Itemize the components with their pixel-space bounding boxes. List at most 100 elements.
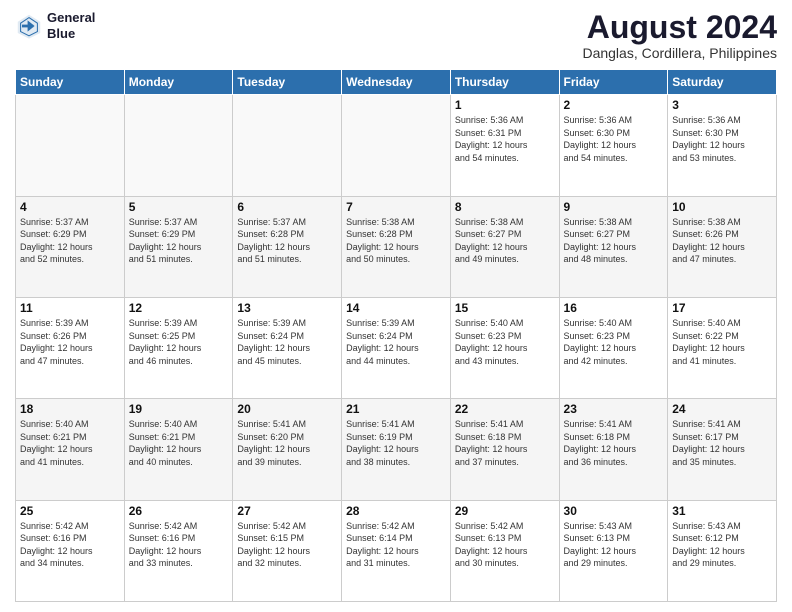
- day-cell: 31Sunrise: 5:43 AM Sunset: 6:12 PM Dayli…: [668, 500, 777, 601]
- day-cell: 10Sunrise: 5:38 AM Sunset: 6:26 PM Dayli…: [668, 196, 777, 297]
- day-number: 2: [564, 98, 664, 112]
- week-row-0: 1 Sunrise: 5:36 AM Sunset: 6:31 PM Daylig…: [16, 95, 777, 196]
- day-cell: 5Sunrise: 5:37 AM Sunset: 6:29 PM Daylig…: [124, 196, 233, 297]
- day-number: 3: [672, 98, 772, 112]
- day-info: Sunrise: 5:37 AM Sunset: 6:29 PM Dayligh…: [20, 216, 120, 266]
- day-info: Sunrise: 5:37 AM Sunset: 6:28 PM Dayligh…: [237, 216, 337, 266]
- day-cell: 27 Sunrise: 5:42 AM Sunset: 6:15 PM Dayli…: [233, 500, 342, 601]
- day-number: 17: [672, 301, 772, 315]
- col-header-wednesday: Wednesday: [342, 70, 451, 95]
- month-title: August 2024: [582, 10, 777, 45]
- day-number: 24: [672, 402, 772, 416]
- day-cell: 8Sunrise: 5:38 AM Sunset: 6:27 PM Daylig…: [450, 196, 559, 297]
- day-cell: 20 Sunrise: 5:41 AM Sunset: 6:20 PM Dayli…: [233, 399, 342, 500]
- day-info: Sunrise: 5:37 AM Sunset: 6:29 PM Dayligh…: [129, 216, 229, 266]
- header-row: SundayMondayTuesdayWednesdayThursdayFrid…: [16, 70, 777, 95]
- location: Danglas, Cordillera, Philippines: [582, 45, 777, 61]
- day-info: Sunrise: 5:39 AM Sunset: 6:24 PM Dayligh…: [237, 317, 337, 367]
- day-number: 27: [237, 504, 337, 518]
- week-row-3: 18 Sunrise: 5:40 AM Sunset: 6:21 PM Dayli…: [16, 399, 777, 500]
- calendar-table: SundayMondayTuesdayWednesdayThursdayFrid…: [15, 69, 777, 602]
- day-info: Sunrise: 5:41 AM Sunset: 6:19 PM Dayligh…: [346, 418, 446, 468]
- day-number: 9: [564, 200, 664, 214]
- day-cell: 7 Sunrise: 5:38 AM Sunset: 6:28 PM Daylig…: [342, 196, 451, 297]
- day-info: Sunrise: 5:38 AM Sunset: 6:28 PM Dayligh…: [346, 216, 446, 266]
- day-number: 20: [237, 402, 337, 416]
- day-info: Sunrise: 5:41 AM Sunset: 6:20 PM Dayligh…: [237, 418, 337, 468]
- week-row-4: 25 Sunrise: 5:42 AM Sunset: 6:16 PM Dayli…: [16, 500, 777, 601]
- day-cell: 30 Sunrise: 5:43 AM Sunset: 6:13 PM Dayli…: [559, 500, 668, 601]
- day-number: 4: [20, 200, 120, 214]
- day-info: Sunrise: 5:39 AM Sunset: 6:24 PM Dayligh…: [346, 317, 446, 367]
- day-info: Sunrise: 5:41 AM Sunset: 6:17 PM Dayligh…: [672, 418, 772, 468]
- day-number: 6: [237, 200, 337, 214]
- day-number: 21: [346, 402, 446, 416]
- day-cell: 15Sunrise: 5:40 AM Sunset: 6:23 PM Dayli…: [450, 297, 559, 398]
- day-cell: 26 Sunrise: 5:42 AM Sunset: 6:16 PM Dayli…: [124, 500, 233, 601]
- day-cell: 2 Sunrise: 5:36 AM Sunset: 6:30 PM Daylig…: [559, 95, 668, 196]
- title-block: August 2024 Danglas, Cordillera, Philipp…: [582, 10, 777, 61]
- day-info: Sunrise: 5:38 AM Sunset: 6:27 PM Dayligh…: [455, 216, 555, 266]
- day-cell: 4 Sunrise: 5:37 AM Sunset: 6:29 PM Daylig…: [16, 196, 125, 297]
- day-cell: 17 Sunrise: 5:40 AM Sunset: 6:22 PM Dayli…: [668, 297, 777, 398]
- day-info: Sunrise: 5:40 AM Sunset: 6:21 PM Dayligh…: [20, 418, 120, 468]
- day-cell: 12Sunrise: 5:39 AM Sunset: 6:25 PM Dayli…: [124, 297, 233, 398]
- day-info: Sunrise: 5:38 AM Sunset: 6:26 PM Dayligh…: [672, 216, 772, 266]
- day-info: Sunrise: 5:43 AM Sunset: 6:13 PM Dayligh…: [564, 520, 664, 570]
- day-number: 28: [346, 504, 446, 518]
- page: General Blue August 2024 Danglas, Cordil…: [0, 0, 792, 612]
- day-number: 11: [20, 301, 120, 315]
- day-cell: 28 Sunrise: 5:42 AM Sunset: 6:14 PM Dayli…: [342, 500, 451, 601]
- logo-text: General Blue: [47, 10, 95, 41]
- day-info: Sunrise: 5:36 AM Sunset: 6:31 PM Dayligh…: [455, 114, 555, 164]
- day-number: 18: [20, 402, 120, 416]
- day-cell: 16 Sunrise: 5:40 AM Sunset: 6:23 PM Dayli…: [559, 297, 668, 398]
- day-info: Sunrise: 5:36 AM Sunset: 6:30 PM Dayligh…: [672, 114, 772, 164]
- day-info: Sunrise: 5:40 AM Sunset: 6:21 PM Dayligh…: [129, 418, 229, 468]
- day-number: 31: [672, 504, 772, 518]
- logo-icon: [15, 12, 43, 40]
- day-cell: 3 Sunrise: 5:36 AM Sunset: 6:30 PM Daylig…: [668, 95, 777, 196]
- day-number: 23: [564, 402, 664, 416]
- day-cell: 23Sunrise: 5:41 AM Sunset: 6:18 PM Dayli…: [559, 399, 668, 500]
- day-number: 7: [346, 200, 446, 214]
- day-number: 25: [20, 504, 120, 518]
- day-cell: 14Sunrise: 5:39 AM Sunset: 6:24 PM Dayli…: [342, 297, 451, 398]
- day-cell: 11 Sunrise: 5:39 AM Sunset: 6:26 PM Dayli…: [16, 297, 125, 398]
- day-info: Sunrise: 5:40 AM Sunset: 6:23 PM Dayligh…: [564, 317, 664, 367]
- day-info: Sunrise: 5:42 AM Sunset: 6:15 PM Dayligh…: [237, 520, 337, 570]
- day-number: 19: [129, 402, 229, 416]
- day-number: 30: [564, 504, 664, 518]
- day-cell: [342, 95, 451, 196]
- day-info: Sunrise: 5:40 AM Sunset: 6:23 PM Dayligh…: [455, 317, 555, 367]
- day-cell: 25 Sunrise: 5:42 AM Sunset: 6:16 PM Dayli…: [16, 500, 125, 601]
- day-cell: 29Sunrise: 5:42 AM Sunset: 6:13 PM Dayli…: [450, 500, 559, 601]
- logo-line2: Blue: [47, 26, 95, 42]
- day-info: Sunrise: 5:38 AM Sunset: 6:27 PM Dayligh…: [564, 216, 664, 266]
- day-cell: 24 Sunrise: 5:41 AM Sunset: 6:17 PM Dayli…: [668, 399, 777, 500]
- day-info: Sunrise: 5:39 AM Sunset: 6:26 PM Dayligh…: [20, 317, 120, 367]
- day-cell: 9 Sunrise: 5:38 AM Sunset: 6:27 PM Daylig…: [559, 196, 668, 297]
- day-number: 1: [455, 98, 555, 112]
- day-info: Sunrise: 5:42 AM Sunset: 6:16 PM Dayligh…: [129, 520, 229, 570]
- day-number: 12: [129, 301, 229, 315]
- day-info: Sunrise: 5:42 AM Sunset: 6:14 PM Dayligh…: [346, 520, 446, 570]
- day-cell: [124, 95, 233, 196]
- day-cell: 13Sunrise: 5:39 AM Sunset: 6:24 PM Dayli…: [233, 297, 342, 398]
- col-header-saturday: Saturday: [668, 70, 777, 95]
- col-header-monday: Monday: [124, 70, 233, 95]
- day-number: 26: [129, 504, 229, 518]
- day-number: 29: [455, 504, 555, 518]
- col-header-friday: Friday: [559, 70, 668, 95]
- day-cell: 1 Sunrise: 5:36 AM Sunset: 6:31 PM Daylig…: [450, 95, 559, 196]
- day-info: Sunrise: 5:40 AM Sunset: 6:22 PM Dayligh…: [672, 317, 772, 367]
- day-cell: 22Sunrise: 5:41 AM Sunset: 6:18 PM Dayli…: [450, 399, 559, 500]
- day-cell: 19 Sunrise: 5:40 AM Sunset: 6:21 PM Dayli…: [124, 399, 233, 500]
- day-number: 16: [564, 301, 664, 315]
- day-cell: 18 Sunrise: 5:40 AM Sunset: 6:21 PM Dayli…: [16, 399, 125, 500]
- day-info: Sunrise: 5:41 AM Sunset: 6:18 PM Dayligh…: [455, 418, 555, 468]
- logo: General Blue: [15, 10, 95, 41]
- day-info: Sunrise: 5:42 AM Sunset: 6:16 PM Dayligh…: [20, 520, 120, 570]
- day-info: Sunrise: 5:36 AM Sunset: 6:30 PM Dayligh…: [564, 114, 664, 164]
- col-header-sunday: Sunday: [16, 70, 125, 95]
